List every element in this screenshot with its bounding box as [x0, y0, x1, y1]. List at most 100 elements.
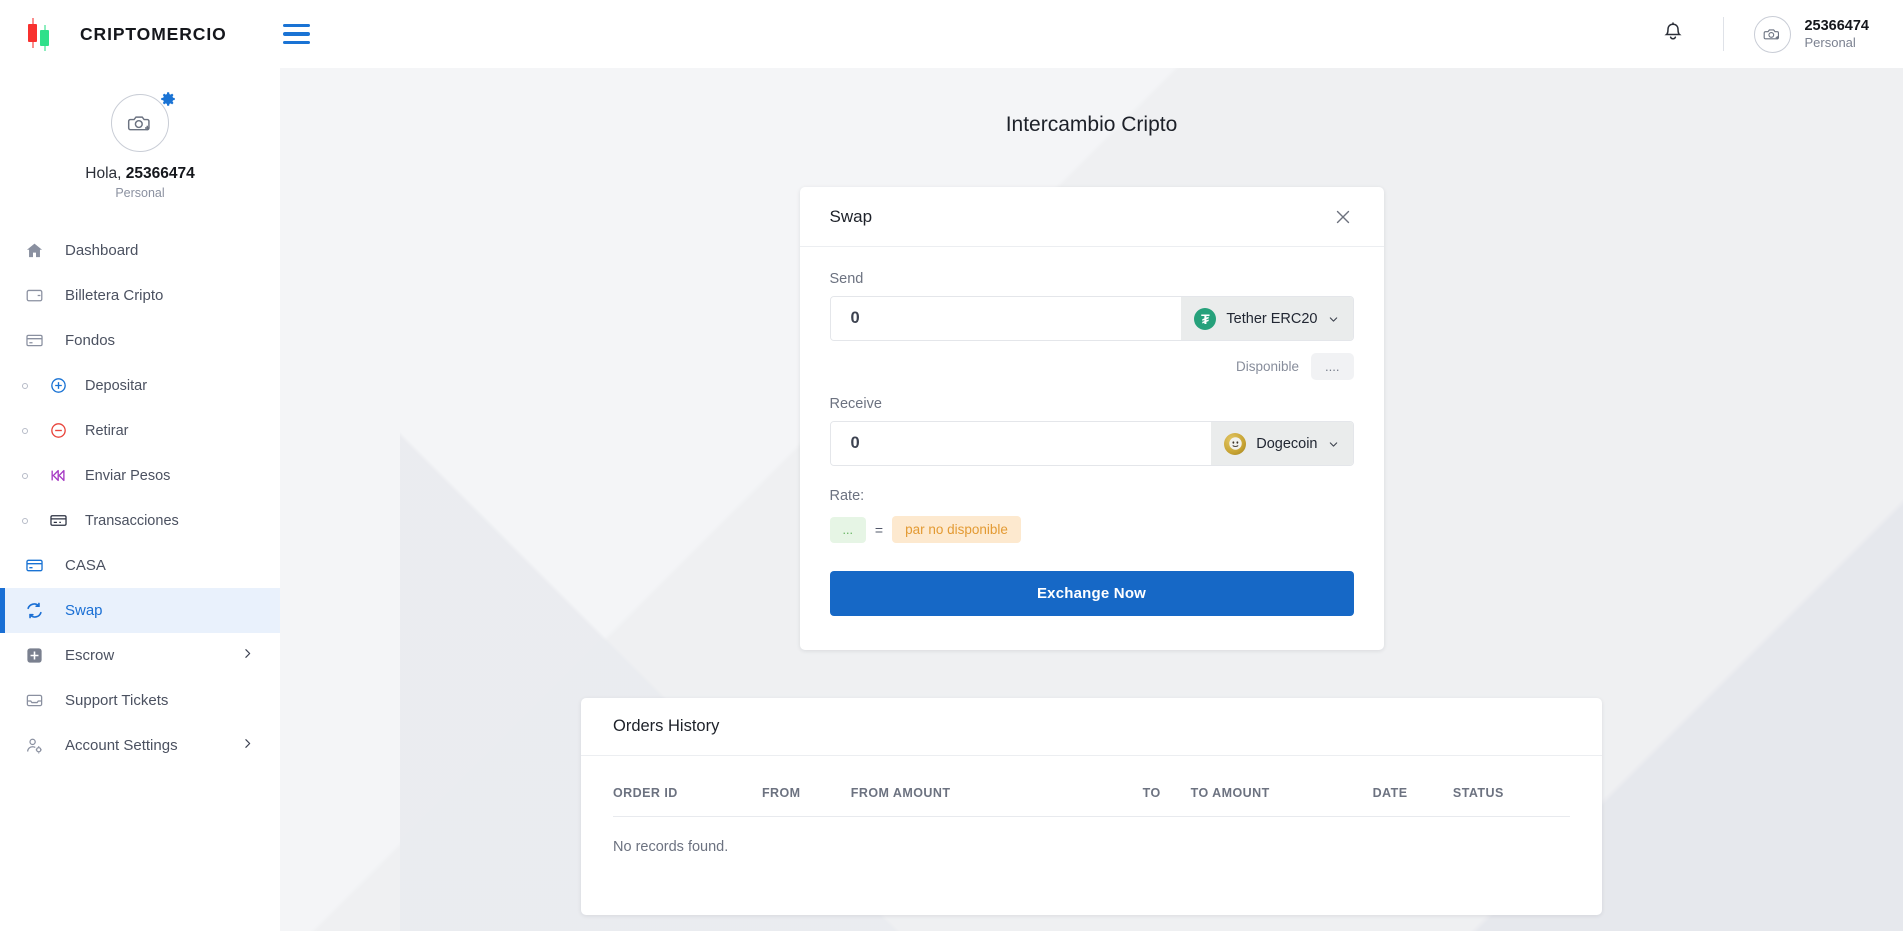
- rate-status-badge: par no disponible: [892, 516, 1021, 543]
- home-icon: [22, 239, 46, 263]
- receive-label: Receive: [830, 396, 1354, 412]
- sidebar-item-label: Fondos: [65, 332, 115, 349]
- bullet-icon: [22, 473, 28, 479]
- receive-token-selector[interactable]: Dogecoin: [1211, 422, 1352, 465]
- rate-from-value: ...: [830, 517, 866, 543]
- send-token-selector[interactable]: ₮ Tether ERC20: [1181, 297, 1352, 340]
- orders-history-card: Orders History ORDER ID FROM FROM AMOUNT…: [581, 698, 1602, 915]
- send-amount-input[interactable]: [831, 297, 1182, 340]
- table-empty-row: No records found.: [613, 817, 1570, 856]
- orders-history-header: Orders History: [581, 698, 1602, 756]
- sidebar-item-label: Account Settings: [65, 737, 178, 754]
- profile-greeting: Hola, 25366474: [0, 165, 280, 183]
- receive-amount-input[interactable]: [831, 422, 1212, 465]
- sidebar-item-label: Retirar: [85, 423, 129, 439]
- column-header-from[interactable]: FROM: [762, 786, 851, 817]
- top-bar: CRIPTOMERCIO 25366474 Personal: [0, 0, 1903, 68]
- card-blue-icon: [22, 554, 46, 578]
- profile-avatar[interactable]: [111, 94, 169, 152]
- plus-square-icon: [22, 644, 46, 668]
- inbox-icon: [22, 689, 46, 713]
- top-bar-right: 25366474 Personal: [1661, 0, 1903, 68]
- greeting-prefix: Hola,: [85, 165, 126, 182]
- hamburger-icon[interactable]: [283, 24, 310, 44]
- chevron-right-icon: [241, 737, 254, 754]
- sidebar-item-label: CASA: [65, 557, 106, 574]
- sidebar-item-label: Escrow: [65, 647, 114, 664]
- sidebar-item-account-settings[interactable]: Account Settings: [0, 723, 280, 768]
- swap-card-title: Swap: [830, 207, 873, 227]
- greeting-user-id: 25366474: [126, 165, 195, 182]
- sidebar-item-label: Transacciones: [85, 513, 179, 529]
- user-gear-icon: [22, 734, 46, 758]
- column-header-from-amount[interactable]: FROM AMOUNT: [851, 786, 1080, 817]
- card-icon: [22, 329, 46, 353]
- logo-candlestick-icon: [26, 17, 52, 51]
- sidebar: Hola, 25366474 Personal Dashboard Billet…: [0, 68, 280, 931]
- sidebar-item-fondos[interactable]: Fondos: [0, 318, 280, 363]
- available-value[interactable]: ....: [1311, 353, 1353, 380]
- plus-circle-icon: [46, 374, 70, 398]
- orders-table-body: No records found.: [613, 817, 1570, 856]
- receive-field-row: Dogecoin: [830, 421, 1354, 466]
- sidebar-item-label: Dashboard: [65, 242, 138, 259]
- dogecoin-icon: [1224, 433, 1246, 455]
- bullet-icon: [22, 518, 28, 524]
- available-label: Disponible: [1236, 359, 1299, 374]
- orders-table: ORDER ID FROM FROM AMOUNT TO TO AMOUNT D…: [613, 786, 1570, 855]
- rate-equals-sign: =: [875, 522, 883, 538]
- sidebar-item-support-tickets[interactable]: Support Tickets: [0, 678, 280, 723]
- gear-icon[interactable]: [159, 90, 177, 108]
- card-lines-icon: [46, 509, 70, 533]
- column-header-order-id[interactable]: ORDER ID: [613, 786, 762, 817]
- send-label: Send: [830, 271, 1354, 287]
- sidebar-item-retirar[interactable]: Retirar: [0, 408, 280, 453]
- page-title: Intercambio Cripto: [280, 113, 1903, 137]
- table-header-row: ORDER ID FROM FROM AMOUNT TO TO AMOUNT D…: [613, 786, 1570, 817]
- send-token-label: Tether ERC20: [1226, 311, 1317, 327]
- tether-icon: ₮: [1194, 308, 1216, 330]
- sidebar-item-transacciones[interactable]: Transacciones: [0, 498, 280, 543]
- fast-forward-icon: [46, 464, 70, 488]
- sidebar-item-depositar[interactable]: Depositar: [0, 363, 280, 408]
- sidebar-item-enviar-pesos[interactable]: Enviar Pesos: [0, 453, 280, 498]
- sidebar-item-billetera-cripto[interactable]: Billetera Cripto: [0, 273, 280, 318]
- profile-plan: Personal: [0, 186, 280, 200]
- sidebar-item-casa[interactable]: CASA: [0, 543, 280, 588]
- user-role: Personal: [1804, 35, 1869, 51]
- exchange-now-button[interactable]: Exchange Now: [830, 571, 1354, 616]
- close-icon[interactable]: [1332, 206, 1354, 228]
- sidebar-nav: Dashboard Billetera Cripto Fondos: [0, 228, 280, 768]
- column-header-date[interactable]: DATE: [1373, 786, 1453, 817]
- available-balance-row: Disponible ....: [830, 353, 1354, 380]
- column-header-to[interactable]: TO: [1080, 786, 1191, 817]
- sidebar-item-label: Enviar Pesos: [85, 468, 170, 484]
- bell-icon[interactable]: [1661, 21, 1685, 47]
- sidebar-profile: Hola, 25366474 Personal: [0, 68, 280, 200]
- brand-title: CRIPTOMERCIO: [80, 24, 227, 45]
- send-field-row: ₮ Tether ERC20: [830, 296, 1354, 341]
- orders-history-body: ORDER ID FROM FROM AMOUNT TO TO AMOUNT D…: [581, 756, 1602, 915]
- swap-card: Swap Send ₮ Tether ERC20 Disponible ....: [800, 187, 1384, 650]
- orders-history-title: Orders History: [613, 717, 719, 736]
- sidebar-item-dashboard[interactable]: Dashboard: [0, 228, 280, 273]
- sidebar-item-label: Billetera Cripto: [65, 287, 163, 304]
- column-header-to-amount[interactable]: TO AMOUNT: [1191, 786, 1373, 817]
- sidebar-item-label: Support Tickets: [65, 692, 168, 709]
- swap-card-header: Swap: [800, 187, 1384, 247]
- sidebar-item-label: Depositar: [85, 378, 147, 394]
- receive-token-label: Dogecoin: [1256, 436, 1317, 452]
- bullet-icon: [22, 383, 28, 389]
- avatar[interactable]: [1754, 16, 1791, 53]
- swap-card-body: Send ₮ Tether ERC20 Disponible .... Rece…: [800, 247, 1384, 650]
- swap-icon: [22, 599, 46, 623]
- rate-label: Rate:: [830, 488, 1354, 504]
- chevron-right-icon: [241, 647, 254, 664]
- user-meta: 25366474 Personal: [1804, 17, 1869, 51]
- chevron-down-icon: [1328, 313, 1339, 324]
- sidebar-item-escrow[interactable]: Escrow: [0, 633, 280, 678]
- column-header-status[interactable]: STATUS: [1453, 786, 1570, 817]
- sidebar-item-label: Swap: [65, 602, 103, 619]
- sidebar-item-swap[interactable]: Swap: [0, 588, 280, 633]
- wallet-icon: [22, 284, 46, 308]
